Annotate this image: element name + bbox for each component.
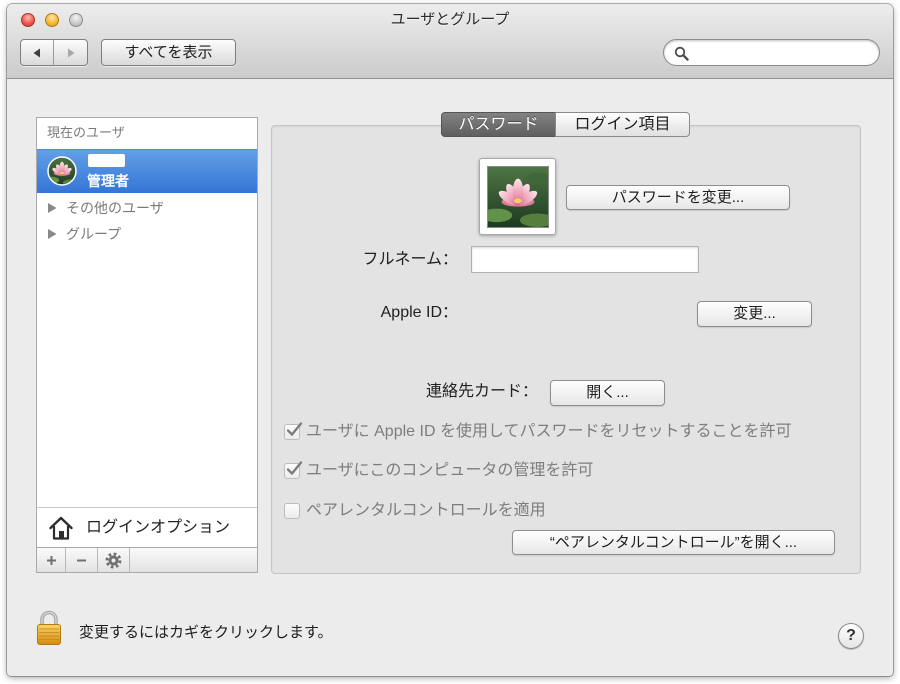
back-button[interactable] bbox=[21, 40, 54, 65]
change-apple-id-button[interactable]: 変更... bbox=[697, 301, 812, 327]
chevron-left-icon bbox=[33, 48, 40, 57]
open-parental-controls-button[interactable]: “ペアレンタルコントロール”を開く... bbox=[512, 530, 835, 555]
allow-apple-id-reset-checkbox[interactable] bbox=[284, 422, 303, 440]
show-all-button[interactable]: すべてを表示 bbox=[101, 39, 236, 66]
minus-icon bbox=[77, 559, 86, 561]
user-name-redacted bbox=[88, 154, 125, 167]
back-forward-control bbox=[20, 39, 88, 66]
change-password-button[interactable]: パスワードを変更... bbox=[566, 185, 790, 210]
full-name-label: フルネーム： bbox=[362, 251, 458, 268]
plus-icon bbox=[46, 555, 56, 565]
apple-id-label: Apple ID： bbox=[380, 304, 458, 321]
gear-icon bbox=[105, 552, 122, 568]
open-contact-card-button[interactable]: 開く... bbox=[550, 380, 665, 406]
full-name-field[interactable] bbox=[471, 246, 699, 273]
checkmark-icon bbox=[286, 461, 303, 475]
house-icon bbox=[49, 516, 73, 540]
login-options-row[interactable]: ログインオプション bbox=[37, 507, 257, 547]
search-icon bbox=[674, 46, 689, 61]
login-options-label: ログインオプション bbox=[86, 519, 231, 536]
checkmark-icon bbox=[286, 422, 303, 436]
allow-apple-id-reset-label: ユーザに Apple ID を使用してパスワードをリセットすることを許可 bbox=[306, 423, 792, 440]
tab-password[interactable]: パスワード bbox=[441, 112, 556, 137]
remove-user-button[interactable] bbox=[66, 548, 98, 572]
disclosure-triangle-icon bbox=[48, 203, 57, 213]
lock-icon[interactable] bbox=[35, 608, 63, 646]
search-input[interactable] bbox=[692, 43, 870, 62]
contact-card-label: 連絡先カード： bbox=[425, 383, 538, 400]
help-button[interactable]: ? bbox=[838, 623, 864, 649]
disclosure-triangle-icon bbox=[48, 229, 57, 239]
user-avatar bbox=[47, 156, 77, 186]
window-title: ユーザとグループ bbox=[390, 11, 510, 28]
action-menu-button[interactable] bbox=[98, 548, 130, 572]
user-role: 管理者 bbox=[87, 173, 129, 189]
parental-controls-checkbox[interactable] bbox=[284, 503, 300, 519]
search-field[interactable] bbox=[663, 39, 880, 66]
users-and-groups-window: ユーザとグループ すべてを表示 現在のユーザ 管理者 その他のユーザ グループ … bbox=[7, 4, 893, 676]
parental-controls-label: ペアレンタルコントロールを適用 bbox=[306, 502, 546, 519]
chevron-right-icon bbox=[67, 48, 74, 57]
allow-admin-label: ユーザにこのコンピュータの管理を許可 bbox=[306, 462, 594, 479]
title-bar: ユーザとグループ すべてを表示 bbox=[7, 4, 893, 79]
forward-button[interactable] bbox=[54, 40, 87, 65]
user-list-action-bar bbox=[37, 547, 257, 572]
lock-message: 変更するにはカギをクリックします。 bbox=[79, 624, 333, 641]
other-users-group[interactable]: その他のユーザ bbox=[37, 197, 257, 219]
allow-admin-checkbox[interactable] bbox=[284, 461, 303, 479]
other-users-label: その他のユーザ bbox=[66, 200, 164, 216]
groups-label: グループ bbox=[66, 226, 122, 242]
lotus-photo bbox=[487, 166, 549, 228]
user-row-selected[interactable]: 管理者 bbox=[37, 149, 257, 193]
user-list: 現在のユーザ 管理者 その他のユーザ グループ ログインオプション bbox=[36, 117, 258, 573]
user-picture[interactable] bbox=[479, 158, 556, 235]
add-user-button[interactable] bbox=[37, 548, 66, 572]
groups-group[interactable]: グループ bbox=[37, 223, 257, 245]
tab-login-items[interactable]: ログイン項目 bbox=[555, 112, 690, 137]
current-users-header: 現在のユーザ bbox=[47, 125, 125, 140]
